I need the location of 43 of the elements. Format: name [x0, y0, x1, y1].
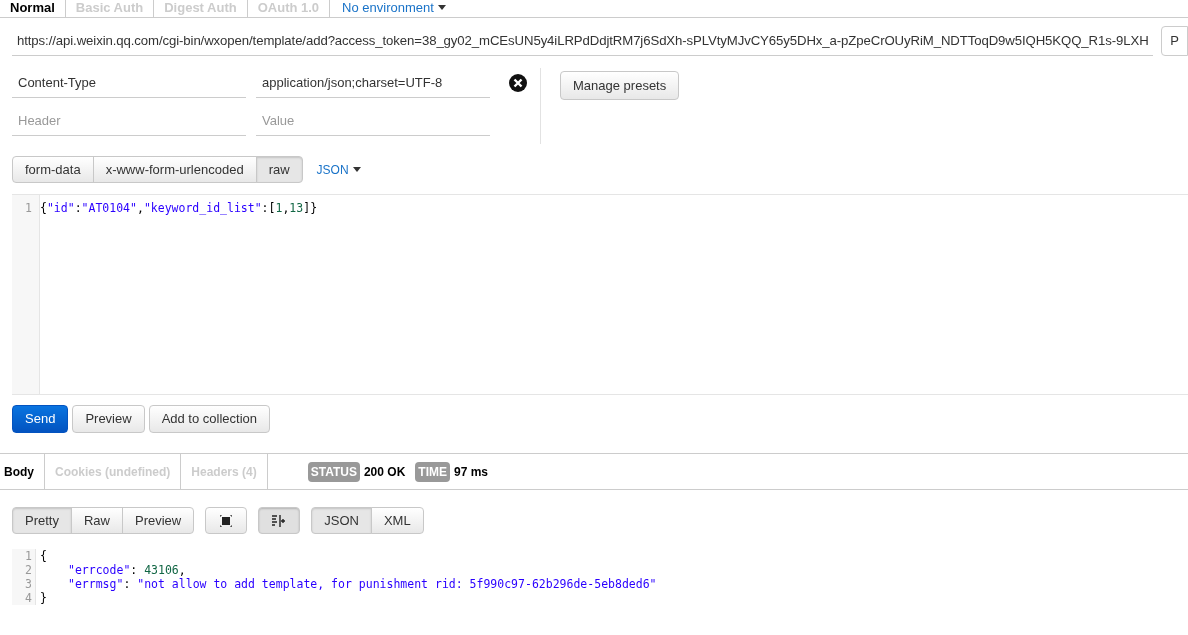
- action-button[interactable]: Send: [12, 405, 69, 433]
- segment-button[interactable]: Preview: [122, 507, 195, 534]
- line-number: 1: [24, 549, 33, 563]
- code-line: "errmsg": "not allow to add template, for punishment rid: 5f990c97-62b296de-5eb8ded6": [67, 577, 657, 591]
- caret-icon: [437, 5, 446, 10]
- code-line: {: [39, 549, 47, 563]
- action-button[interactable]: Preview: [72, 405, 145, 433]
- json-dropdown[interactable]: JSON: [316, 160, 361, 179]
- action-button[interactable]: Add to collection: [148, 405, 271, 433]
- remove-icon[interactable]: [509, 74, 527, 92]
- segment-button[interactable]: form-data: [12, 156, 94, 183]
- manage-presets-button[interactable]: Manage presets: [560, 71, 680, 100]
- caret-icon: [352, 167, 361, 172]
- line-number: 2: [24, 563, 33, 577]
- environment-dropdown[interactable]: No environment: [329, 0, 446, 17]
- code-line: "errcode": 43106,: [67, 563, 186, 577]
- header-key-field[interactable]: Header: [12, 106, 246, 136]
- line-number: 3: [24, 577, 33, 591]
- segment-button[interactable]: Raw: [70, 507, 123, 534]
- segment-button[interactable]: Pretty: [12, 507, 72, 534]
- line-number: 1: [24, 201, 33, 215]
- segment-button[interactable]: x-www-form-urlencoded: [92, 156, 257, 183]
- status-value: 200 OK: [363, 463, 406, 481]
- header-value-field[interactable]: application/json;charset=UTF-8: [256, 68, 490, 98]
- fullscreen-icon: [220, 514, 233, 527]
- status-badge: STATUS: [307, 461, 360, 482]
- header-value-field[interactable]: Value: [256, 106, 490, 136]
- header-key-field[interactable]: Content-Type: [12, 68, 246, 98]
- segment-button[interactable]: JSON: [311, 507, 372, 534]
- auth-tab[interactable]: Normal: [0, 0, 65, 17]
- code-editor[interactable]: 1 {"id":"AT0104","keyword_id_list":[1,13]}: [12, 194, 1188, 395]
- code-line: {"id":"AT0104","keyword_id_list":[1,13]}: [39, 201, 318, 215]
- time-value: 97 ms: [453, 463, 488, 481]
- time-badge: TIME: [415, 461, 450, 482]
- code-line: }: [39, 591, 47, 605]
- wrap-icon: [272, 514, 287, 527]
- params-button[interactable]: P: [1161, 26, 1188, 56]
- fullscreen-button[interactable]: [205, 507, 248, 534]
- segment-button[interactable]: XML: [370, 507, 424, 534]
- segment-button[interactable]: raw: [255, 156, 303, 183]
- line-number: 4: [24, 591, 33, 605]
- wrap-toggle[interactable]: [258, 507, 301, 534]
- url-field[interactable]: https://api.weixin.qq.com/cgi-bin/wxopen/template/add?access_token=38_gy02_mCEsUN5y4iLRPdDdjtRM7j6SdXh-sPLVtyMJvCY65y5DHx_a-pZpeCrOUyRiM_NDTToqD9w5IQH5KQQ_R1s-9LXH: [12, 26, 1154, 56]
